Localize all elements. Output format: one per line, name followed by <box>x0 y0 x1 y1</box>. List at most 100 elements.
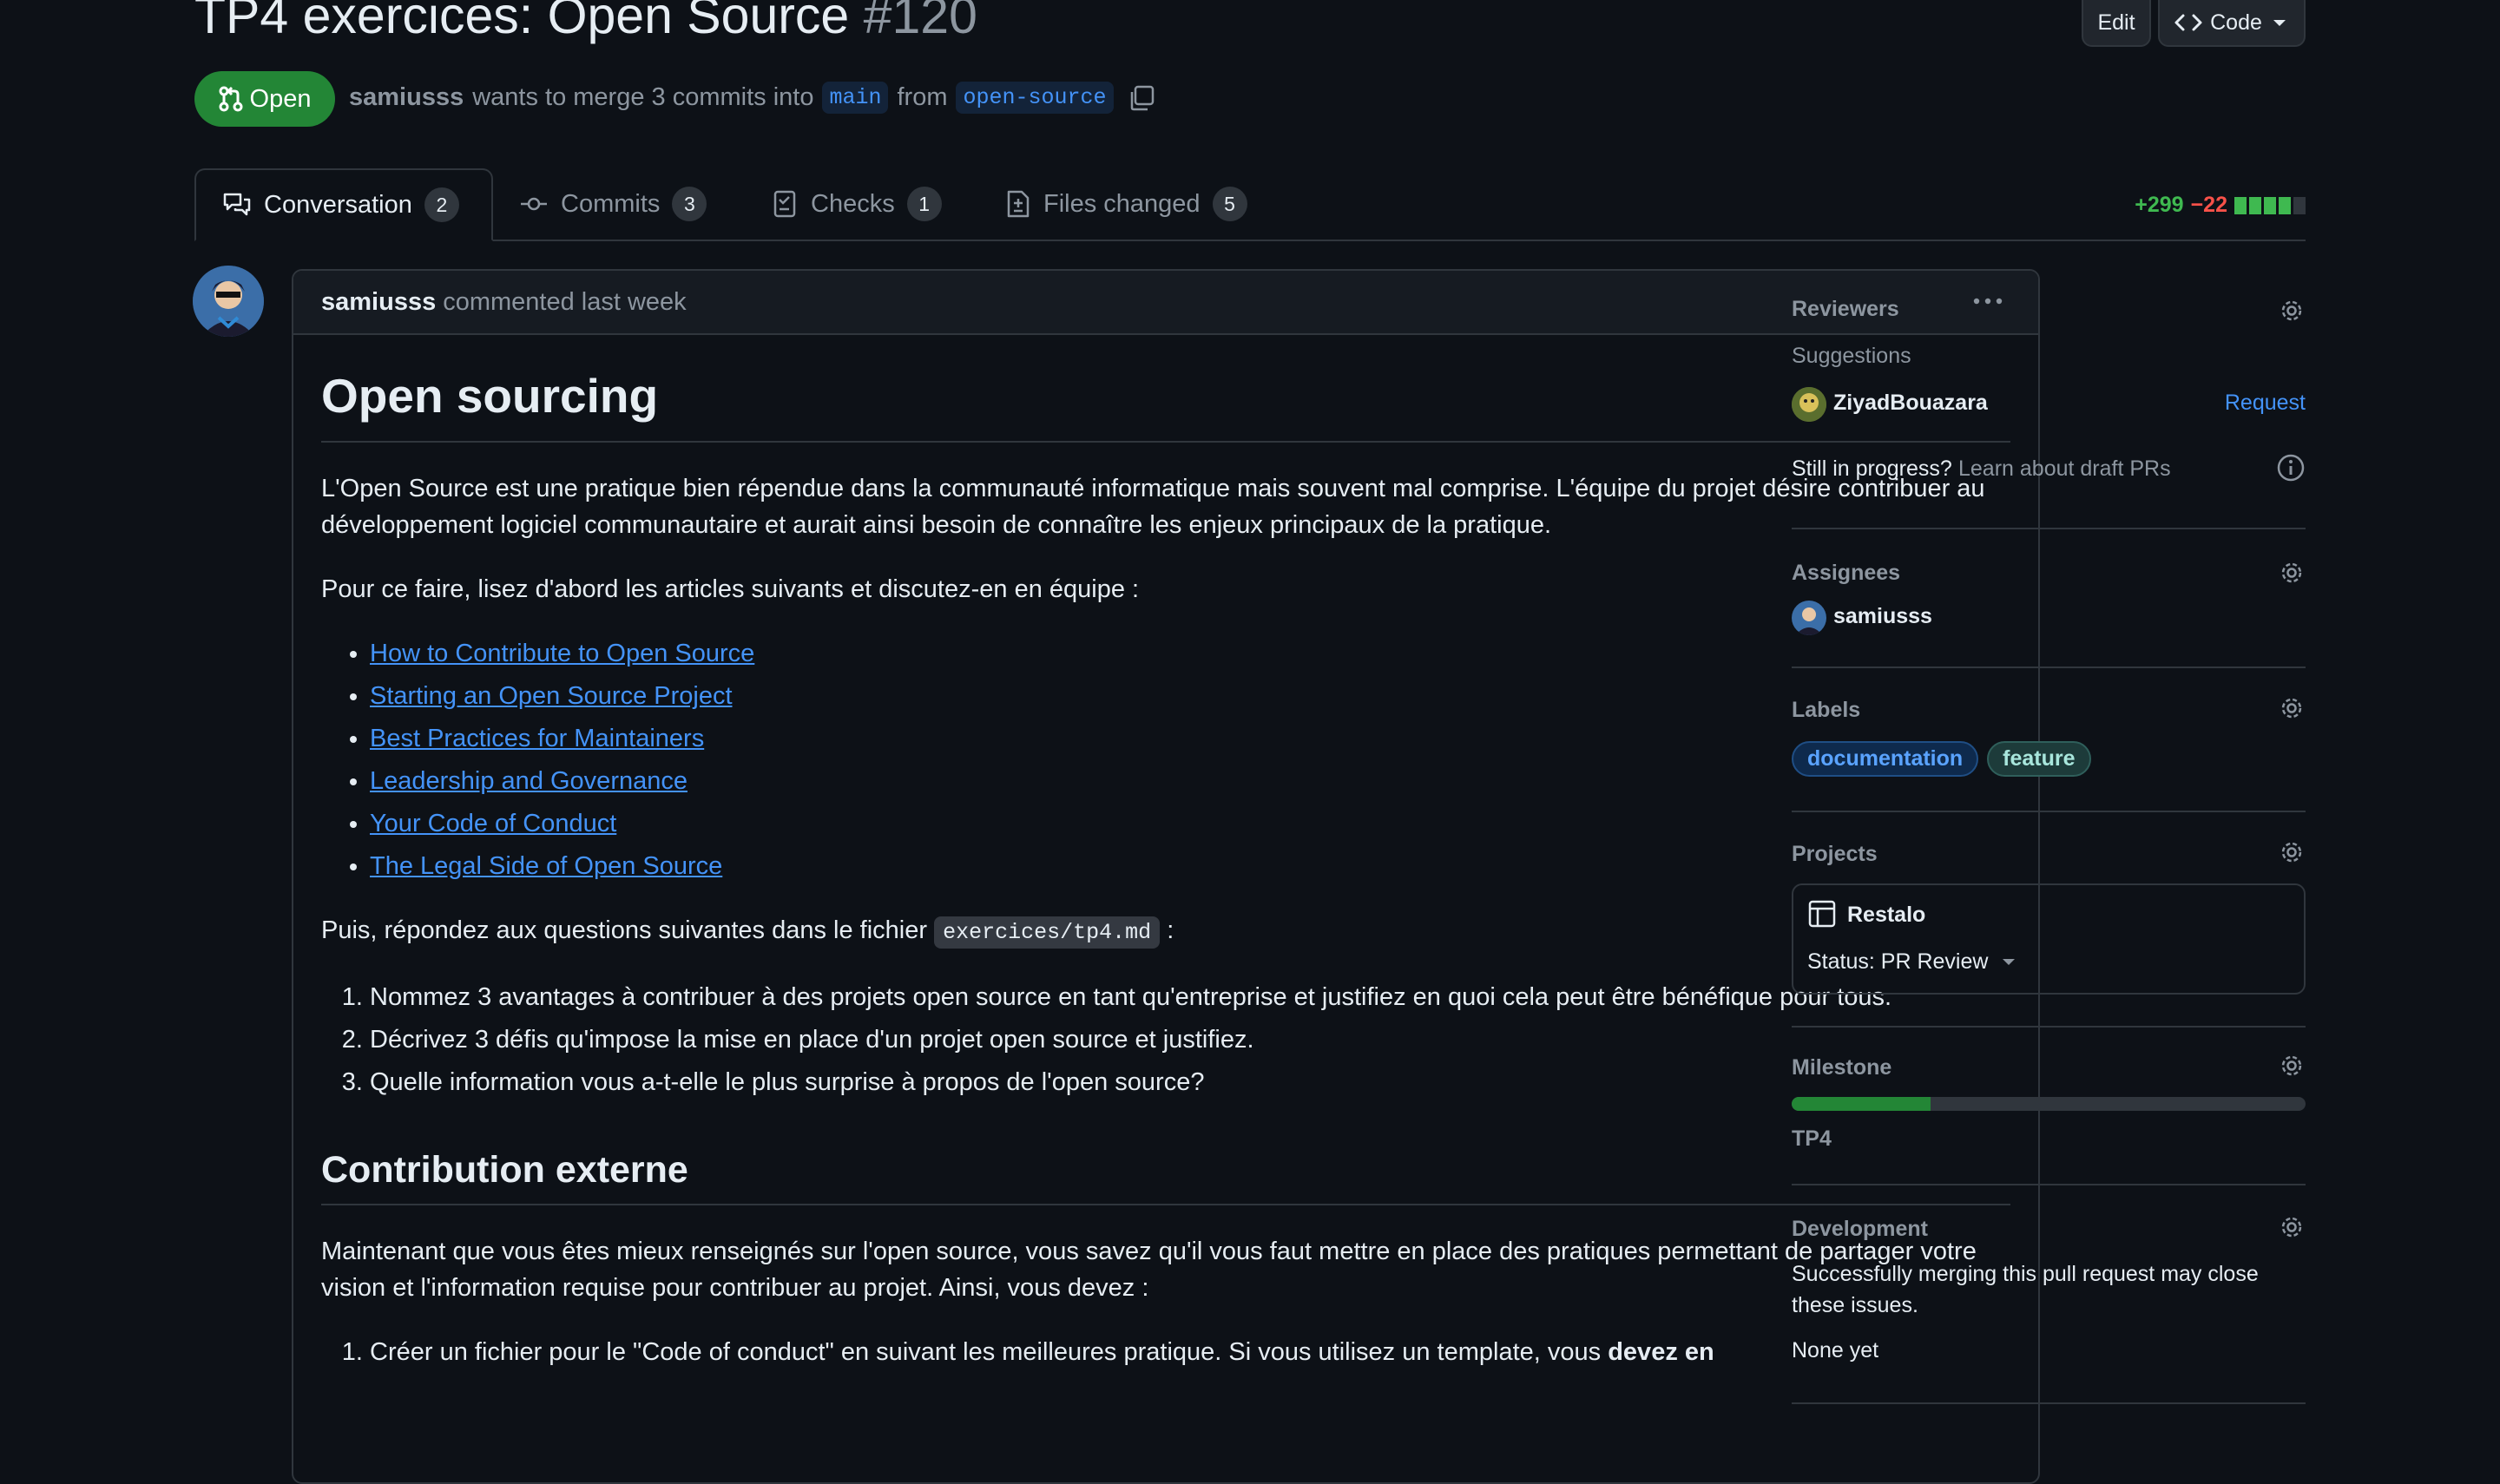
comment-meta[interactable]: commented last week <box>443 288 686 317</box>
gear-icon[interactable] <box>2278 838 2306 866</box>
tab-counter: 2 <box>424 187 459 222</box>
article-link[interactable]: Starting an Open Source Project <box>370 682 733 710</box>
sidebar-section-title: Development <box>1792 1217 1928 1241</box>
article-links-list: How to Contribute to Open Source Startin… <box>321 635 2010 884</box>
sidebar-section-title: Milestone <box>1792 1055 1892 1080</box>
tasks-list: Créer un fichier pour le "Code of conduc… <box>321 1334 2010 1370</box>
suggestions-label: Suggestions <box>1792 344 1911 368</box>
sidebar-section-title: Labels <box>1792 698 1861 722</box>
tab-checks[interactable]: Checks 1 <box>747 168 968 240</box>
comment-body: Open sourcing L'Open Source est une prat… <box>321 333 2010 1376</box>
draft-question: Still in progress? <box>1792 456 1952 481</box>
list-item: Nommez 3 avantages à contribuer à des pr… <box>370 979 2010 1015</box>
avatar <box>1792 601 1826 635</box>
project-name[interactable]: Restalo <box>1847 903 1925 928</box>
tab-conversation[interactable]: Conversation 2 <box>194 168 493 241</box>
gear-icon[interactable] <box>2278 694 2306 722</box>
code-button-label: Code <box>2210 10 2262 35</box>
sidebar-reviewers: Reviewers Suggestions ZiyadBouazara Requ… <box>1792 288 2306 529</box>
comment-paragraph: L'Open Source est une pratique bien répe… <box>321 475 1985 539</box>
git-commit-icon <box>519 194 549 214</box>
sidebar-section-title: Assignees <box>1792 561 1901 585</box>
head-branch[interactable]: open-source <box>956 82 1114 114</box>
list-item: The Legal Side of Open Source <box>370 848 2010 884</box>
diffstat: +299 −22 <box>2135 193 2306 218</box>
label-badge[interactable]: documentation <box>1792 741 1979 777</box>
tab-label: Files changed <box>1043 189 1201 218</box>
list-item: Quelle information vous a-t-elle le plus… <box>370 1064 2010 1100</box>
project-status[interactable]: Status: PR Review <box>1807 949 1988 975</box>
pr-from-text: from <box>897 83 948 111</box>
request-review-button[interactable]: Request <box>2225 391 2306 416</box>
pr-meta: samiusss wants to merge 3 commits into m… <box>349 82 1155 114</box>
article-link[interactable]: Leadership and Governance <box>370 767 688 795</box>
label-badge[interactable]: feature <box>1987 741 2091 777</box>
pr-state-label: Open <box>249 84 312 113</box>
pr-title: TP4 exercices: Open Source #120 <box>194 0 977 44</box>
chevron-down-icon <box>2269 14 2290 31</box>
sidebar-labels: Labels documentation feature <box>1792 687 2306 812</box>
code-button[interactable]: Code <box>2158 0 2306 47</box>
task-text-bold: devez en <box>1608 1338 1714 1366</box>
tab-commits[interactable]: Commits 3 <box>493 168 733 240</box>
assignee-name[interactable]: samiusss <box>1833 604 1932 629</box>
tab-counter: 3 <box>672 187 707 221</box>
comment-heading-2: Contribution externe <box>321 1149 2010 1205</box>
gear-icon[interactable] <box>2278 1213 2306 1241</box>
base-branch[interactable]: main <box>822 82 889 114</box>
gear-icon[interactable] <box>2278 1052 2306 1080</box>
sidebar-section-title: Reviewers <box>1792 297 1899 321</box>
copy-icon[interactable] <box>1128 84 1155 112</box>
diffstat-blocks <box>2234 196 2306 214</box>
sidebar-assignees: Assignees samiusss <box>1792 550 2306 668</box>
comment-header: samiusss commented last week <box>293 271 2038 335</box>
development-text: Successfully merging this pull request m… <box>1792 1262 2259 1317</box>
list-item: Best Practices for Maintainers <box>370 720 2010 757</box>
avatar[interactable] <box>193 266 264 337</box>
checklist-icon <box>773 189 799 219</box>
tab-label: Conversation <box>264 190 412 219</box>
gear-icon[interactable] <box>2278 559 2306 587</box>
pr-state-badge: Open <box>194 71 335 127</box>
development-none: None yet <box>1792 1338 1879 1363</box>
milestone-progress-bar <box>1792 1097 2306 1111</box>
list-item: Your Code of Conduct <box>370 805 2010 842</box>
tab-label: Checks <box>811 189 895 218</box>
code-icon <box>2174 12 2203 33</box>
info-icon[interactable] <box>2276 453 2306 483</box>
pr-merge-text: wants to merge 3 commits into <box>472 83 814 111</box>
gear-icon[interactable] <box>2278 297 2306 325</box>
file-diff-icon <box>1005 189 1031 219</box>
tab-label: Commits <box>561 189 661 218</box>
suggested-reviewer[interactable]: ZiyadBouazara <box>1833 391 1988 416</box>
article-link[interactable]: Your Code of Conduct <box>370 810 616 837</box>
pr-author-link[interactable]: samiusss <box>349 83 464 112</box>
pr-title-text: TP4 exercices: Open Source <box>194 0 850 44</box>
task-text: Créer un fichier pour le "Code of conduc… <box>370 1338 1602 1366</box>
sidebar-projects: Projects Restalo Status: PR Review <box>1792 831 2306 1028</box>
diffstat-deletions: −22 <box>2190 193 2227 217</box>
comment-paragraph: Puis, répondez aux questions suivantes d… <box>321 912 2010 951</box>
comment-heading-1: Open sourcing <box>321 368 2010 443</box>
milestone-name[interactable]: TP4 <box>1792 1126 1832 1152</box>
project-card[interactable]: Restalo Status: PR Review <box>1792 883 2306 995</box>
milestone-progress-fill <box>1792 1097 1931 1111</box>
pr-number: #120 <box>863 0 977 44</box>
list-item: Leadership and Governance <box>370 763 2010 799</box>
edit-button[interactable]: Edit <box>2082 0 2151 47</box>
chevron-down-icon[interactable] <box>1998 953 2019 970</box>
article-link[interactable]: Best Practices for Maintainers <box>370 725 704 752</box>
edit-button-label: Edit <box>2097 10 2135 35</box>
sidebar-milestone: Milestone TP4 <box>1792 1045 2306 1185</box>
comment-box: samiusss commented last week Open sourci… <box>292 269 2040 1484</box>
tab-files-changed[interactable]: Files changed 5 <box>979 168 1273 240</box>
paragraph-text: : <box>1167 916 1174 944</box>
comment-author[interactable]: samiusss <box>321 288 436 317</box>
article-link[interactable]: The Legal Side of Open Source <box>370 852 722 880</box>
draft-pr-link[interactable]: Learn about draft PRs <box>1958 456 2171 482</box>
tab-counter: 5 <box>1212 187 1247 221</box>
table-icon <box>1807 899 1837 929</box>
list-item: Créer un fichier pour le "Code of conduc… <box>370 1334 2010 1370</box>
article-link[interactable]: How to Contribute to Open Source <box>370 640 754 667</box>
avatar <box>1792 387 1826 422</box>
